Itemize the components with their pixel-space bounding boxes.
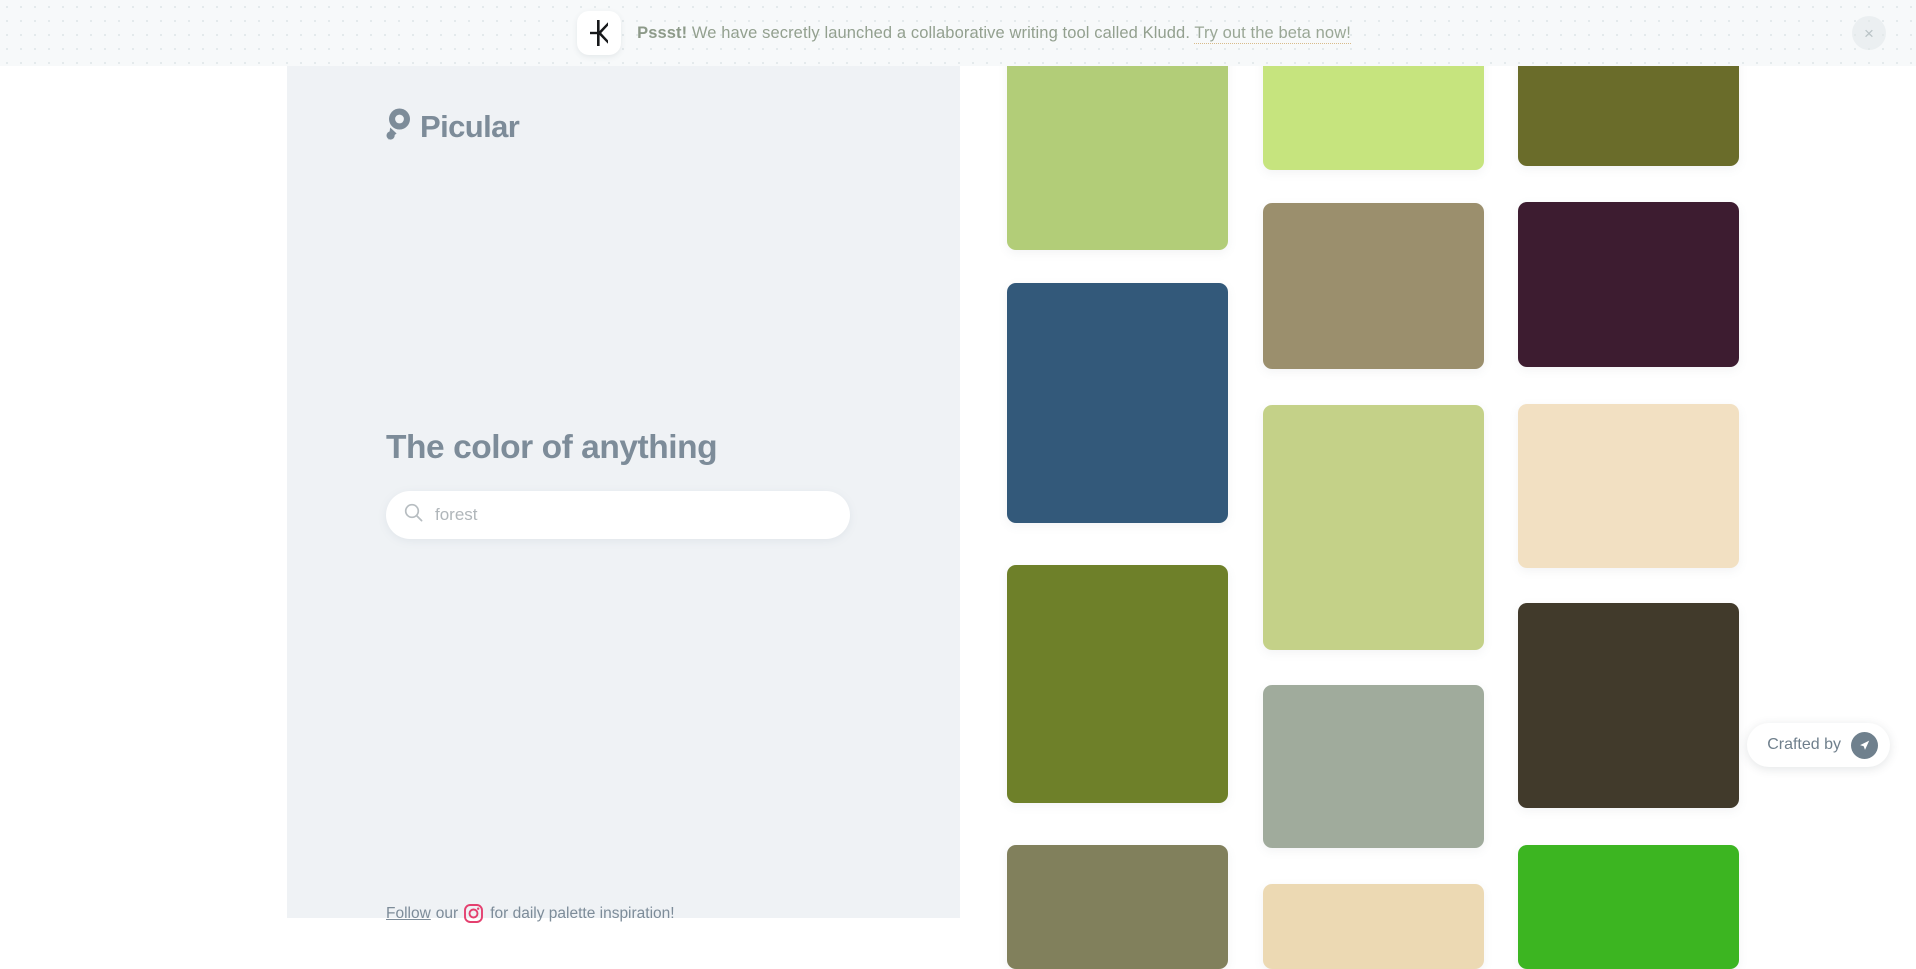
picular-logo[interactable]: Picular [386,108,520,145]
banner-message: Pssst! We have secretly launched a colla… [637,23,1351,44]
color-swatch[interactable] [1518,202,1739,367]
color-swatch[interactable] [1263,884,1484,969]
search-panel: Picular The color of anything Follow our… [287,66,960,923]
color-swatch[interactable] [1518,603,1739,808]
banner-content: Pssst! We have secretly launched a colla… [565,11,1351,55]
color-swatch[interactable] [1263,203,1484,369]
follow-middle-text: our [435,904,459,922]
color-swatch[interactable] [1518,404,1739,568]
color-swatch[interactable] [1007,283,1228,523]
banner-strong-text: Pssst! [637,23,688,42]
color-swatch[interactable] [1007,565,1228,803]
search-bar[interactable] [386,491,850,539]
kludd-rune-icon[interactable] [577,11,622,55]
instagram-icon[interactable] [464,904,484,923]
follow-cta: Follow our for daily palette inspiration… [386,904,675,923]
paper-plane-icon [1851,731,1878,759]
color-swatch[interactable] [1263,685,1484,848]
crafted-by-label: Crafted by [1767,736,1841,753]
color-swatch[interactable] [1007,845,1228,969]
color-swatch[interactable] [1518,845,1739,969]
crafted-by-badge[interactable]: Crafted by [1747,723,1890,767]
search-input[interactable] [435,505,832,525]
lightbulb-icon [386,108,410,145]
hero-section: The color of anything [386,429,886,539]
search-icon [404,503,423,527]
banner-body-text: We have secretly launched a collaborativ… [691,23,1191,42]
banner-cta-link[interactable]: Try out the beta now! [1194,23,1351,44]
close-icon[interactable]: × [1852,16,1886,50]
follow-link[interactable]: Follow [386,905,431,923]
page-title: The color of anything [386,429,718,466]
picular-wordmark: Picular [420,108,520,144]
color-swatch[interactable] [1263,405,1484,650]
announcement-banner: Pssst! We have secretly launched a colla… [0,0,1916,66]
follow-tail-text: for daily palette inspiration! [490,904,675,922]
